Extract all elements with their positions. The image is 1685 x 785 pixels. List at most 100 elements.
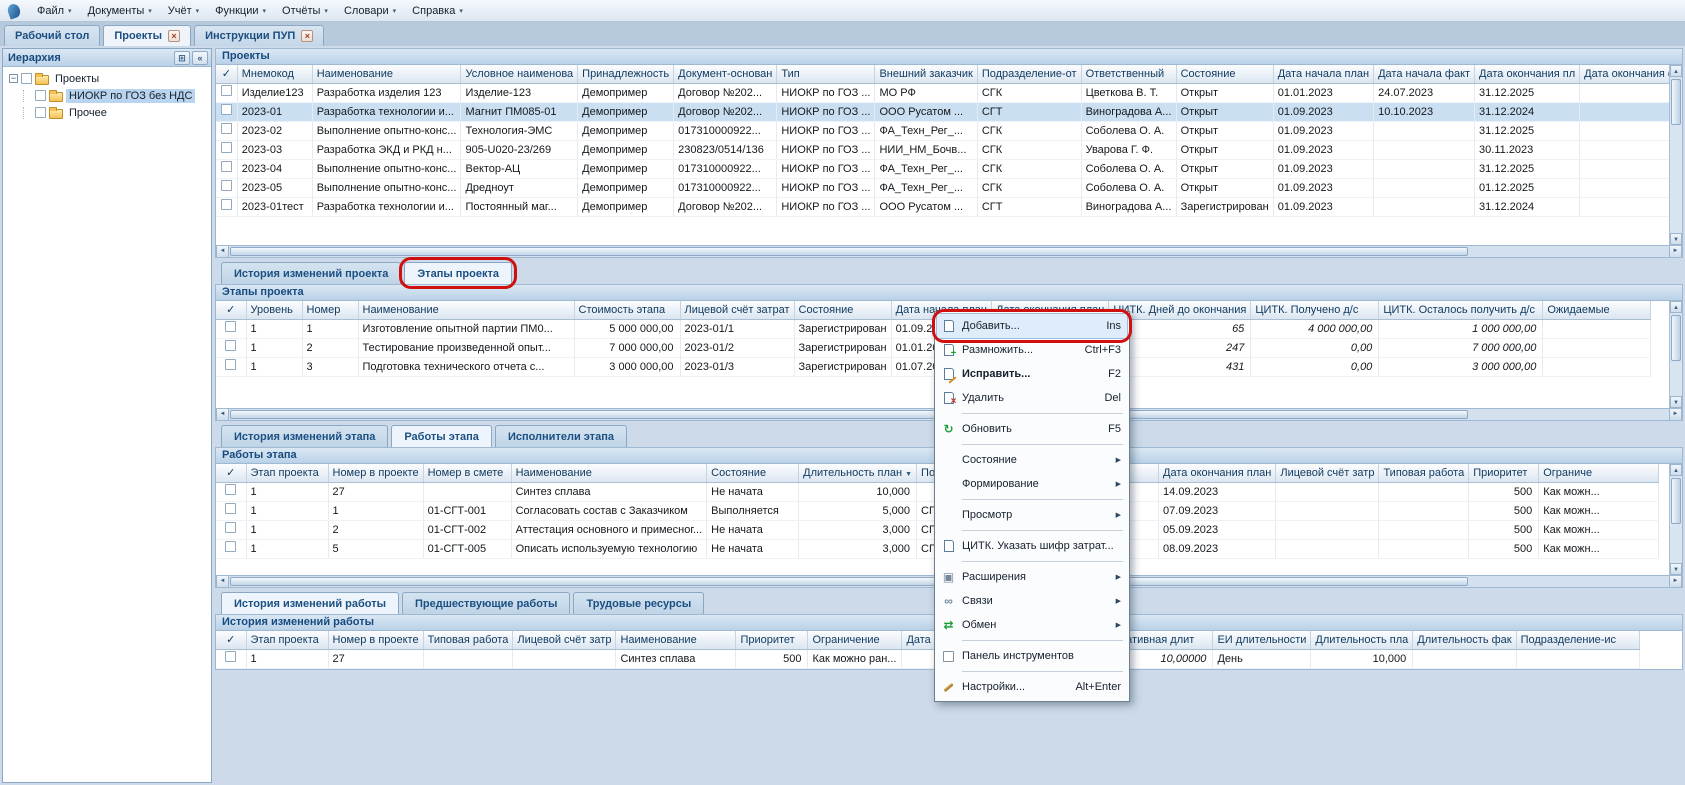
stage-history-tab[interactable]: История изменений этапа: [221, 425, 388, 447]
column-header[interactable]: Типовая работа: [423, 631, 513, 649]
table-row[interactable]: 2023-03Разработка ЭКД и РКД н...905-U020…: [216, 140, 1682, 159]
column-header[interactable]: ЦИТК. Получено д/с: [1251, 301, 1379, 319]
works-tab[interactable]: Работы этапа: [391, 425, 492, 447]
column-header[interactable]: ✓: [216, 464, 246, 482]
extensions-menu-item[interactable]: ▣Расширения▶: [937, 565, 1127, 589]
scroll-right-icon[interactable]: ►: [1669, 409, 1682, 420]
menubar-item-reports[interactable]: Отчёты▾: [274, 0, 336, 21]
column-header[interactable]: Состояние: [707, 464, 799, 482]
column-header[interactable]: ✓: [216, 65, 237, 83]
row-checkbox[interactable]: [221, 104, 232, 115]
vertical-scrollbar[interactable]: ▲▼: [1669, 65, 1682, 245]
stage-executors-tab[interactable]: Исполнители этапа: [495, 425, 627, 447]
delete-menu-item[interactable]: ×УдалитьDel: [937, 386, 1127, 410]
column-header[interactable]: Подразделение-ис: [1516, 631, 1639, 649]
column-header[interactable]: Состояние: [794, 301, 891, 319]
row-checkbox[interactable]: [221, 161, 232, 172]
scroll-down-icon[interactable]: ▼: [1670, 563, 1682, 575]
row-checkbox[interactable]: [225, 541, 236, 552]
column-header[interactable]: Длительность пла: [1311, 631, 1413, 649]
work-history-tab[interactable]: История изменений работы: [221, 592, 399, 614]
project-history-tab[interactable]: История изменений проекта: [221, 262, 401, 284]
column-header[interactable]: Номер в смете: [423, 464, 511, 482]
column-header[interactable]: Номер: [302, 301, 358, 319]
column-header[interactable]: Наименование: [511, 464, 707, 482]
labor-resources-tab[interactable]: Трудовые ресурсы: [573, 592, 704, 614]
column-header[interactable]: Этап проекта: [246, 631, 328, 649]
column-header[interactable]: Лицевой счёт затр: [513, 631, 616, 649]
column-header[interactable]: Ожидаемые: [1543, 301, 1651, 319]
table-row[interactable]: 2023-01Разработка технологии и...Магнит …: [216, 102, 1682, 121]
row-checkbox[interactable]: [225, 503, 236, 514]
collapse-sidebar-icon[interactable]: «: [192, 51, 208, 65]
column-header[interactable]: Дата окончания пл: [1475, 65, 1580, 83]
column-header[interactable]: ЦИТК. Дней до окончания: [1109, 301, 1251, 319]
edit-menu-item[interactable]: Исправить...F2: [937, 362, 1127, 386]
column-header[interactable]: Приоритет: [1469, 464, 1539, 482]
column-header[interactable]: Дата начала план: [1273, 65, 1373, 83]
scroll-up-icon[interactable]: ▲: [1670, 301, 1682, 313]
menubar-item-file[interactable]: Файл▾: [29, 0, 80, 21]
row-checkbox[interactable]: [225, 484, 236, 495]
column-header[interactable]: Тип: [777, 65, 875, 83]
column-header[interactable]: Стоимость этапа: [574, 301, 680, 319]
vertical-scrollbar[interactable]: ▲▼: [1669, 301, 1682, 408]
table-row[interactable]: 2023-02Выполнение опытно-конс...Технолог…: [216, 121, 1682, 140]
view-menu-item[interactable]: Просмотр▶: [937, 503, 1127, 527]
menubar-item-help[interactable]: Справка▾: [404, 0, 471, 21]
column-header[interactable]: Приоритет: [736, 631, 808, 649]
column-header[interactable]: Ограниче: [1539, 464, 1659, 482]
table-row[interactable]: 127Синтез сплава500Как можно ран...10,00…: [216, 649, 1639, 668]
scroll-up-icon[interactable]: ▲: [1670, 464, 1682, 476]
tree-item-niokr-goz[interactable]: НИОКР по ГОЗ без НДС: [5, 87, 209, 104]
close-icon[interactable]: ×: [301, 30, 313, 42]
state-menu-item[interactable]: Состояние▶: [937, 448, 1127, 472]
scroll-left-icon[interactable]: ◄: [216, 576, 229, 587]
scroll-right-icon[interactable]: ►: [1669, 246, 1682, 257]
column-header[interactable]: Наименование: [358, 301, 574, 319]
scrollbar-thumb[interactable]: [230, 410, 1468, 419]
formation-menu-item[interactable]: Формирование▶: [937, 472, 1127, 496]
window-tab-projects[interactable]: Проекты×: [103, 25, 191, 46]
row-checkbox[interactable]: [225, 522, 236, 533]
tree-item-projects-root[interactable]: −Проекты: [5, 70, 209, 87]
stages-tab[interactable]: Этапы проекта: [404, 262, 512, 284]
vertical-scrollbar[interactable]: ▲▼: [1669, 464, 1682, 575]
column-header[interactable]: Ответственный: [1081, 65, 1176, 83]
column-header[interactable]: Состояние: [1176, 65, 1273, 83]
column-header[interactable]: Условное наименова: [461, 65, 578, 83]
window-tab-pup-instructions[interactable]: Инструкции ПУП×: [194, 25, 324, 46]
scroll-up-icon[interactable]: ▲: [1670, 65, 1682, 77]
column-header[interactable]: ✓: [216, 301, 246, 319]
scrollbar-thumb[interactable]: [230, 577, 1468, 586]
scroll-left-icon[interactable]: ◄: [216, 246, 229, 257]
row-checkbox[interactable]: [225, 651, 236, 662]
preceding-works-tab[interactable]: Предшествующие работы: [402, 592, 570, 614]
column-header[interactable]: Принадлежность: [578, 65, 674, 83]
column-header[interactable]: Номер в проекте: [328, 631, 423, 649]
scrollbar-thumb[interactable]: [1671, 478, 1681, 524]
close-icon[interactable]: ×: [168, 30, 180, 42]
scrollbar-thumb[interactable]: [230, 247, 1468, 256]
refresh-menu-item[interactable]: ↻ОбновитьF5: [937, 417, 1127, 441]
column-header[interactable]: Уровень: [246, 301, 302, 319]
table-row[interactable]: 2023-01тестРазработка технологии и...Пос…: [216, 197, 1682, 216]
row-checkbox[interactable]: [225, 321, 236, 332]
column-header[interactable]: Наименование: [616, 631, 736, 649]
column-header[interactable]: Дата начала факт: [1374, 65, 1475, 83]
menubar-item-dictionaries[interactable]: Словари▾: [336, 0, 404, 21]
horizontal-scrollbar[interactable]: ◄►: [215, 246, 1683, 258]
table-row[interactable]: 2023-05Выполнение опытно-конс...Дредноут…: [216, 178, 1682, 197]
add-menu-item[interactable]: Добавить...Ins: [937, 314, 1127, 338]
column-header[interactable]: Дата окончания план: [1159, 464, 1276, 482]
window-tab-desktop[interactable]: Рабочий стол: [4, 25, 100, 46]
row-checkbox[interactable]: [225, 359, 236, 370]
column-header[interactable]: ЦИТК. Осталось получить д/с: [1379, 301, 1543, 319]
exchange-menu-item[interactable]: ⇄Обмен▶: [937, 613, 1127, 637]
column-header[interactable]: Лицевой счёт затрат: [680, 301, 794, 319]
row-checkbox[interactable]: [221, 199, 232, 210]
column-header[interactable]: Внешний заказчик: [875, 65, 977, 83]
row-checkbox[interactable]: [221, 85, 232, 96]
scroll-left-icon[interactable]: ◄: [216, 409, 229, 420]
menubar-item-accounting[interactable]: Учёт▾: [160, 0, 207, 21]
